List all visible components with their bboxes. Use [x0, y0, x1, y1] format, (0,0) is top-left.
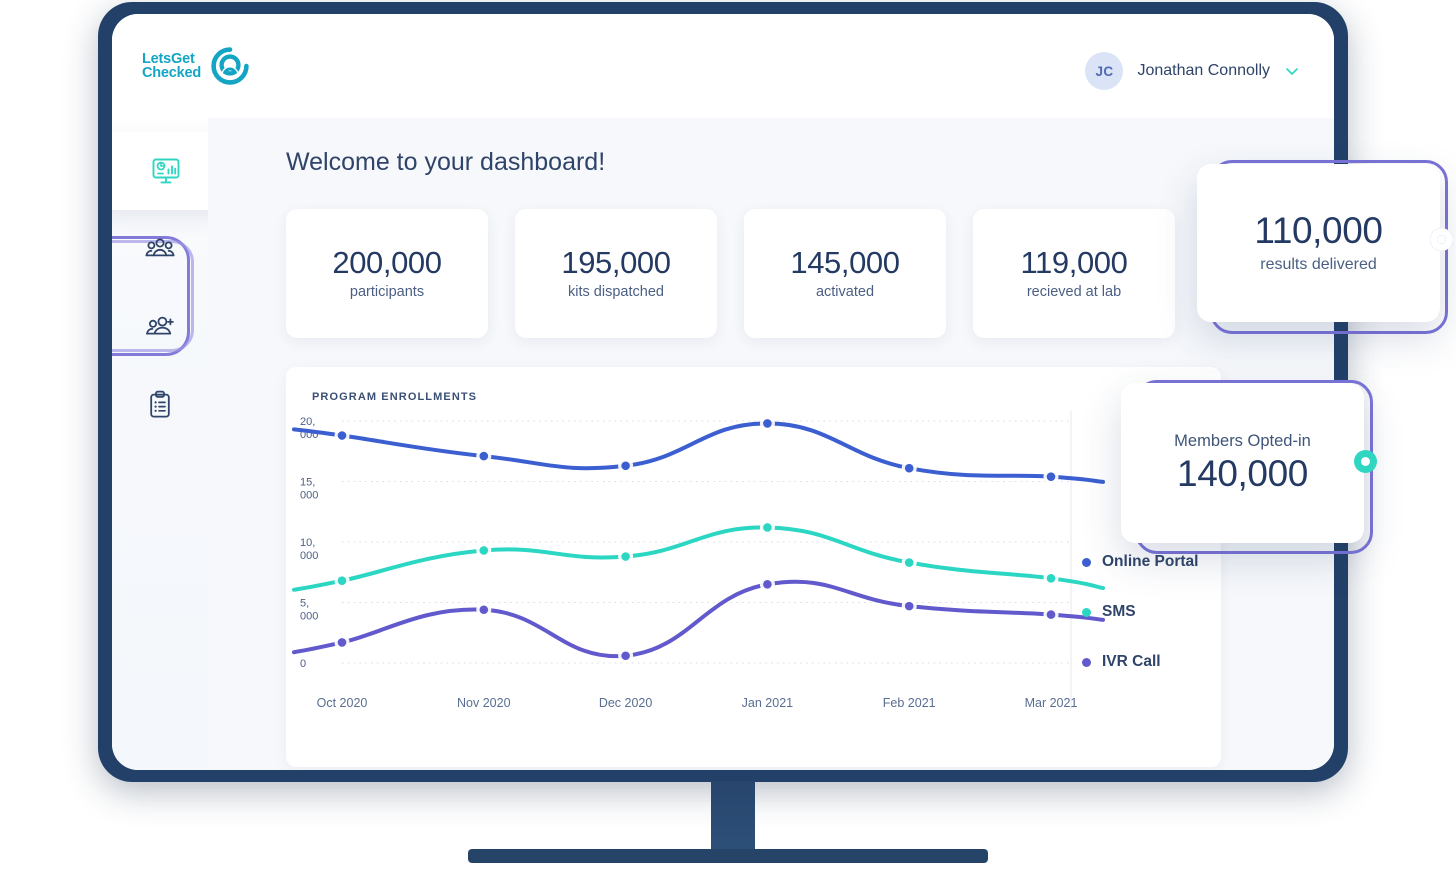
stat-card[interactable]: 195,000 kits dispatched	[515, 209, 717, 338]
user-menu[interactable]: JC Jonathan Connolly	[1085, 52, 1300, 90]
members-card-handle[interactable]	[1354, 450, 1377, 473]
svg-text:Jan 2021: Jan 2021	[742, 696, 793, 710]
results-delivered-value: 110,000	[1254, 210, 1383, 251]
brand-wordmark: LetsGet Checked	[142, 50, 202, 81]
chart-legend: Online Portal SMS IVR Call	[1082, 553, 1198, 671]
people-group-icon	[145, 238, 175, 257]
brand-logo[interactable]: LetsGet Checked	[142, 46, 250, 86]
legend-item-ivr-call[interactable]: IVR Call	[1082, 653, 1198, 671]
brand-line-2: Checked	[142, 65, 202, 81]
chart-title: PROGRAM ENROLLMENTS	[312, 391, 478, 403]
legend-item-sms[interactable]: SMS	[1082, 603, 1198, 621]
svg-text:Nov 2020: Nov 2020	[457, 696, 511, 710]
svg-text:Oct 2020: Oct 2020	[317, 696, 368, 710]
members-opted-in-title: Members Opted-in	[1174, 431, 1311, 450]
svg-text:5,000: 5, 000	[300, 598, 318, 623]
stat-value: 145,000	[790, 245, 900, 280]
program-enrollments-chart-panel: PROGRAM ENROLLMENTS 20, 000 15, 000 10, 000 5,…	[286, 367, 1221, 767]
dashboard-monitor-chart-icon	[152, 158, 180, 184]
legend-label: SMS	[1102, 603, 1136, 620]
legend-color-swatch	[1082, 557, 1091, 567]
svg-text:Dec 2020: Dec 2020	[599, 696, 653, 710]
stat-value: 200,000	[332, 245, 442, 280]
page-title: Welcome to your dashboard!	[286, 148, 606, 176]
add-person-icon	[146, 316, 174, 335]
app-header: LetsGet Checked JC Jonathan Connolly	[112, 14, 1334, 118]
monitor-stand-base	[468, 849, 988, 863]
user-name: Jonathan Connolly	[1137, 62, 1270, 79]
sidebar-item-reports[interactable]	[112, 366, 208, 444]
line-chart: 20, 00015, 00010, 0005, 0000Oct 2020 Nov 2020…	[292, 411, 1105, 710]
brand-line-1: LetsGet	[142, 50, 195, 67]
svg-text:Feb 2021: Feb 2021	[883, 696, 936, 710]
results-delivered-card[interactable]: 110,000 results delivered	[1197, 164, 1440, 322]
sidebar-item-participants[interactable]	[112, 210, 208, 288]
lgc-ring-icon	[211, 47, 249, 85]
members-opted-in-value: 140,000	[1177, 452, 1308, 494]
clipboard-list-icon	[150, 390, 170, 418]
chevron-down-icon[interactable]	[1284, 63, 1300, 79]
legend-color-swatch	[1082, 607, 1091, 617]
stat-label: recieved at lab	[1026, 284, 1122, 300]
stat-card[interactable]: 145,000 activated	[744, 209, 946, 338]
svg-text:0: 0	[300, 658, 306, 670]
stat-label: activated	[815, 284, 875, 300]
sidebar	[112, 118, 224, 770]
results-delivered-label: results delivered	[1260, 256, 1377, 273]
svg-text:Mar 2021: Mar 2021	[1025, 696, 1078, 710]
legend-item-online-portal[interactable]: Online Portal	[1082, 553, 1198, 571]
avatar: JC	[1085, 52, 1124, 90]
stat-card[interactable]: 119,000 recieved at lab	[973, 209, 1175, 338]
stat-value: 195,000	[561, 245, 671, 280]
screenshot-stage: LetsGet Checked JC Jonathan Connolly Wel…	[0, 0, 1456, 890]
svg-text:15,000: 15, 000	[300, 477, 318, 502]
svg-text:10,000: 10, 000	[300, 537, 318, 562]
stat-card-row: 200,000 participants 195,000 kits dispat…	[286, 209, 1175, 338]
stat-label: kits dispatched	[568, 284, 664, 300]
stat-value: 119,000	[1020, 245, 1128, 280]
monitor-stand-neck	[711, 781, 755, 851]
sidebar-item-add-member[interactable]	[112, 288, 208, 366]
legend-label: IVR Call	[1102, 653, 1161, 670]
results-card-handle[interactable]	[1430, 228, 1453, 251]
legend-label: Online Portal	[1102, 553, 1199, 570]
legend-color-swatch	[1082, 657, 1091, 667]
stat-card[interactable]: 200,000 participants	[286, 209, 488, 338]
stat-label: participants	[349, 284, 425, 300]
members-opted-in-card[interactable]: Members Opted-in 140,000	[1121, 383, 1364, 543]
